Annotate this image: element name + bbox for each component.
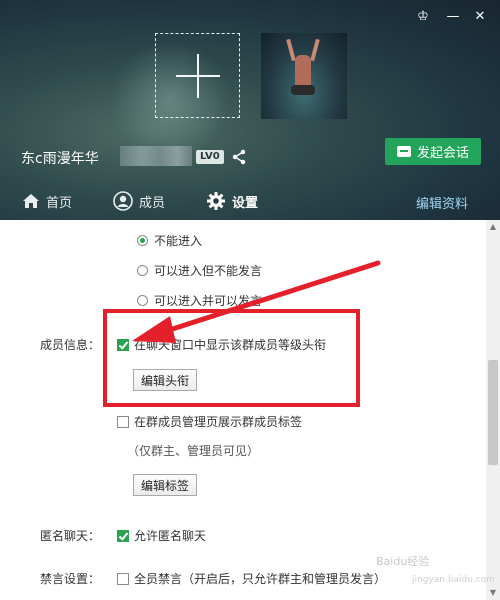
annotation-arrow-icon <box>132 260 381 343</box>
watermark: Baidu经验 <box>376 555 430 568</box>
watermark-url: jingyan.baidu.com <box>412 575 496 585</box>
